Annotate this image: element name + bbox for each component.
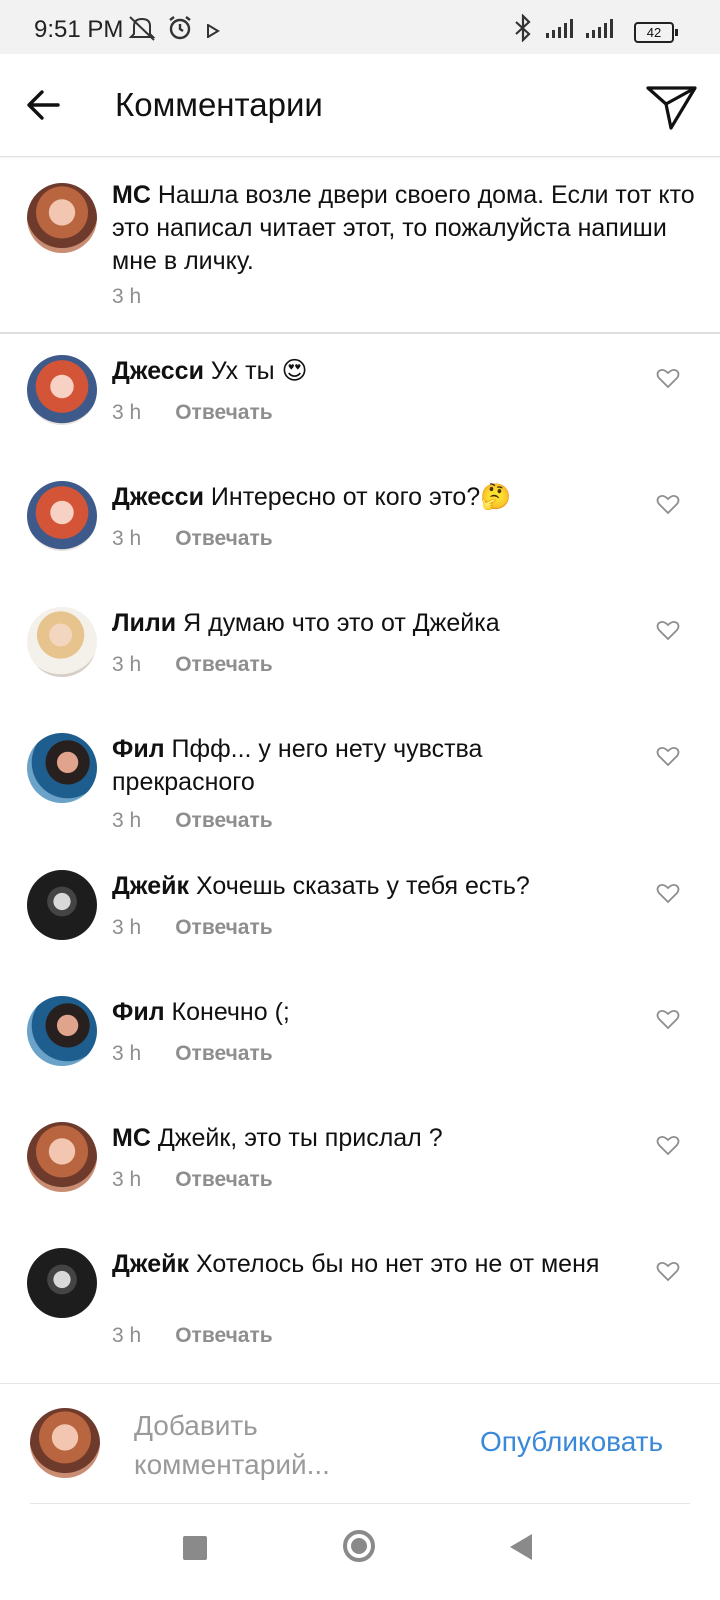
comment-username[interactable]: Фил: [112, 998, 165, 1026]
send-icon[interactable]: [645, 82, 699, 132]
heart-icon[interactable]: [656, 493, 680, 515]
reply-button[interactable]: Отвечать: [175, 401, 272, 424]
heart-icon[interactable]: [656, 367, 680, 389]
mute-icon: [128, 16, 156, 41]
comment-username[interactable]: Лили: [112, 609, 176, 637]
status-bar: 9:51 PM 42: [0, 0, 720, 54]
back-button[interactable]: [510, 1534, 532, 1560]
recents-button[interactable]: [183, 1536, 207, 1560]
add-comment-bar: Добавить комментарий... Опубликовать: [0, 1383, 720, 1504]
caption-text: МС Нашла возле двери своего дома. Если т…: [112, 179, 717, 278]
comment-text: МС Джейк, это ты прислал ?: [112, 1122, 632, 1155]
comment-body: Джейк, это ты прислал ?: [157, 1124, 443, 1152]
avatar[interactable]: [27, 996, 97, 1066]
comment-time: 3 h: [112, 1168, 142, 1191]
comment-text: Фил Пфф... у него нету чувства прекрасно…: [112, 733, 632, 799]
bluetooth-icon: [515, 14, 531, 42]
comment-username[interactable]: Фил: [112, 735, 165, 763]
comment-meta: 3 h Отвечать: [112, 1324, 273, 1348]
avatar[interactable]: [27, 1248, 97, 1318]
comment-time: 3 h: [112, 1042, 142, 1065]
page-title: Комментарии: [115, 86, 323, 123]
comment-time: 3 h: [112, 653, 142, 676]
avatar[interactable]: [27, 183, 97, 253]
comment-time: 3 h: [112, 1324, 142, 1347]
reply-button[interactable]: Отвечать: [175, 1042, 272, 1065]
comment-username[interactable]: Джесси: [112, 483, 204, 511]
reply-button[interactable]: Отвечать: [175, 653, 272, 676]
heart-icon[interactable]: [656, 745, 680, 767]
post-caption: МС Нашла возле двери своего дома. Если т…: [0, 157, 720, 334]
app-header: Комментарии: [0, 54, 720, 157]
avatar[interactable]: [27, 733, 97, 803]
signal-icon: [586, 19, 613, 38]
comment-body: Ух ты 😍: [210, 357, 308, 385]
caption-username[interactable]: МС: [112, 181, 151, 209]
comment-text: Джесси Интересно от кого это?🤔: [112, 481, 632, 514]
current-user-avatar: [30, 1408, 100, 1478]
comment-meta: 3 h Отвечать: [112, 916, 273, 940]
alarm-icon: [169, 16, 191, 40]
reply-button[interactable]: Отвечать: [175, 527, 272, 550]
heart-icon[interactable]: [656, 1008, 680, 1030]
comment-time: 3 h: [112, 916, 142, 939]
system-nav-bar: [0, 1504, 720, 1600]
comment-meta: 3 h Отвечать: [112, 1168, 273, 1192]
comment-text: Лили Я думаю что это от Джейка: [112, 607, 632, 640]
comment-text: Джейк Хочешь сказать у тебя есть?: [112, 870, 632, 903]
comment-meta: 3 h Отвечать: [112, 1042, 273, 1066]
heart-icon[interactable]: [656, 882, 680, 904]
signal-icon: [546, 19, 573, 38]
back-arrow-icon[interactable]: [24, 84, 66, 126]
comment-username[interactable]: МС: [112, 1124, 151, 1152]
comment-body: Хотелось бы но нет это не от меня: [195, 1250, 600, 1278]
heart-icon[interactable]: [656, 1260, 680, 1282]
comment-body: Конечно (;: [171, 998, 290, 1026]
status-time: 9:51 PM: [34, 16, 124, 43]
caption-time: 3 h: [112, 285, 142, 308]
avatar[interactable]: [27, 607, 97, 677]
comment-time: 3 h: [112, 809, 142, 832]
comment-text: Джейк Хотелось бы но нет это не от меня: [112, 1248, 632, 1281]
comment-meta: 3 h Отвечать: [112, 401, 273, 425]
comment-username[interactable]: Джесси: [112, 357, 204, 385]
comment-meta: 3 h Отвечать: [112, 653, 273, 677]
reply-button[interactable]: Отвечать: [175, 809, 272, 832]
heart-icon[interactable]: [656, 1134, 680, 1156]
avatar[interactable]: [27, 1122, 97, 1192]
reply-button[interactable]: Отвечать: [175, 1168, 272, 1191]
publish-button[interactable]: Опубликовать: [480, 1426, 663, 1458]
comment-username[interactable]: Джейк: [112, 872, 189, 900]
comment-body: Пфф... у него нету чувства прекрасного: [112, 735, 483, 796]
comment-time: 3 h: [112, 401, 142, 424]
avatar[interactable]: [27, 481, 97, 551]
comment-body: Хочешь сказать у тебя есть?: [195, 872, 530, 900]
comment-time: 3 h: [112, 527, 142, 550]
play-indicator-icon: [207, 24, 220, 38]
battery-icon: 42: [634, 22, 678, 43]
comment-body: Интересно от кого это?🤔: [210, 483, 512, 511]
comment-body: Я думаю что это от Джейка: [183, 609, 500, 637]
home-button[interactable]: [343, 1530, 375, 1562]
reply-button[interactable]: Отвечать: [175, 1324, 272, 1347]
heart-icon[interactable]: [656, 619, 680, 641]
comment-meta: 3 h Отвечать: [112, 809, 273, 833]
caption-body: Нашла возле двери своего дома. Если тот …: [112, 181, 695, 275]
comment-username[interactable]: Джейк: [112, 1250, 189, 1278]
comment-text: Фил Конечно (;: [112, 996, 632, 1029]
avatar[interactable]: [27, 355, 97, 425]
avatar[interactable]: [27, 870, 97, 940]
reply-button[interactable]: Отвечать: [175, 916, 272, 939]
comment-input[interactable]: Добавить комментарий...: [134, 1406, 434, 1484]
comment-meta: 3 h Отвечать: [112, 527, 273, 551]
comment-text: Джесси Ух ты 😍: [112, 355, 632, 388]
